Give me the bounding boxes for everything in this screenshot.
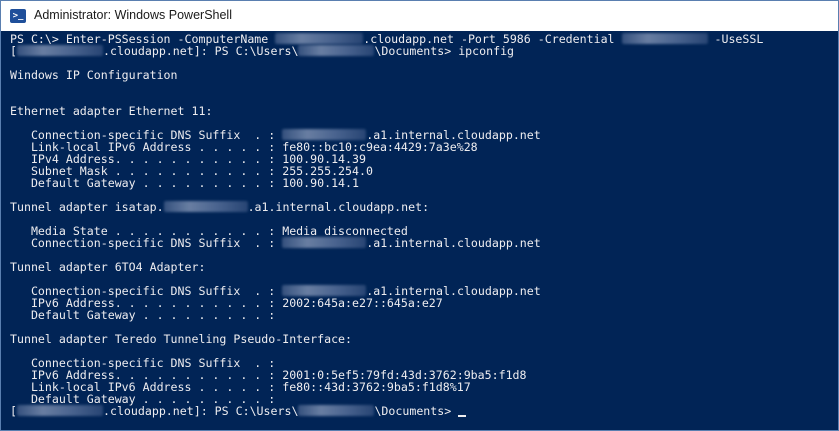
console-line: Connection-specific DNS Suffix . : .a1.i… xyxy=(10,236,541,250)
redacted-hostname xyxy=(16,405,103,416)
console-line: [.cloudapp.net]: PS C:\Users\ \Documents>… xyxy=(10,44,515,58)
title-bar[interactable]: >_ Administrator: Windows PowerShell xyxy=(1,1,838,31)
redacted-dns-suffix xyxy=(282,237,367,248)
powershell-window: >_ Administrator: Windows PowerShell PS … xyxy=(0,0,839,431)
console-prompt-line[interactable]: [.cloudapp.net]: PS C:\Users\ \Documents> xyxy=(10,405,467,417)
console-line: Tunnel adapter Teredo Tunneling Pseudo-I… xyxy=(10,332,353,346)
console-output[interactable]: PS C:\> Enter-PSSession -ComputerName .c… xyxy=(1,31,838,430)
powershell-icon[interactable]: >_ xyxy=(10,9,26,23)
redacted-credential xyxy=(621,33,708,44)
redacted-hostname xyxy=(275,33,364,44)
text-cursor xyxy=(458,415,467,417)
redacted-dns-suffix xyxy=(282,285,367,296)
redacted-dns-suffix xyxy=(282,129,367,140)
console-line: Windows IP Configuration xyxy=(10,68,178,82)
console-line: Tunnel adapter 6TO4 Adapter: xyxy=(10,260,206,274)
console-line: Ethernet adapter Ethernet 11: xyxy=(10,104,213,118)
redacted-username xyxy=(298,405,375,416)
console-line: Default Gateway . . . . . . . . . : 100.… xyxy=(10,176,360,190)
redacted-username xyxy=(298,45,375,56)
redacted-hostname xyxy=(16,45,103,56)
console-line: Default Gateway . . . . . . . . . : xyxy=(10,308,276,322)
redacted-dns-suffix xyxy=(163,201,248,212)
window-title: Administrator: Windows PowerShell xyxy=(34,8,232,22)
console-line: Tunnel adapter isatap. .a1.internal.cloud… xyxy=(10,200,430,214)
